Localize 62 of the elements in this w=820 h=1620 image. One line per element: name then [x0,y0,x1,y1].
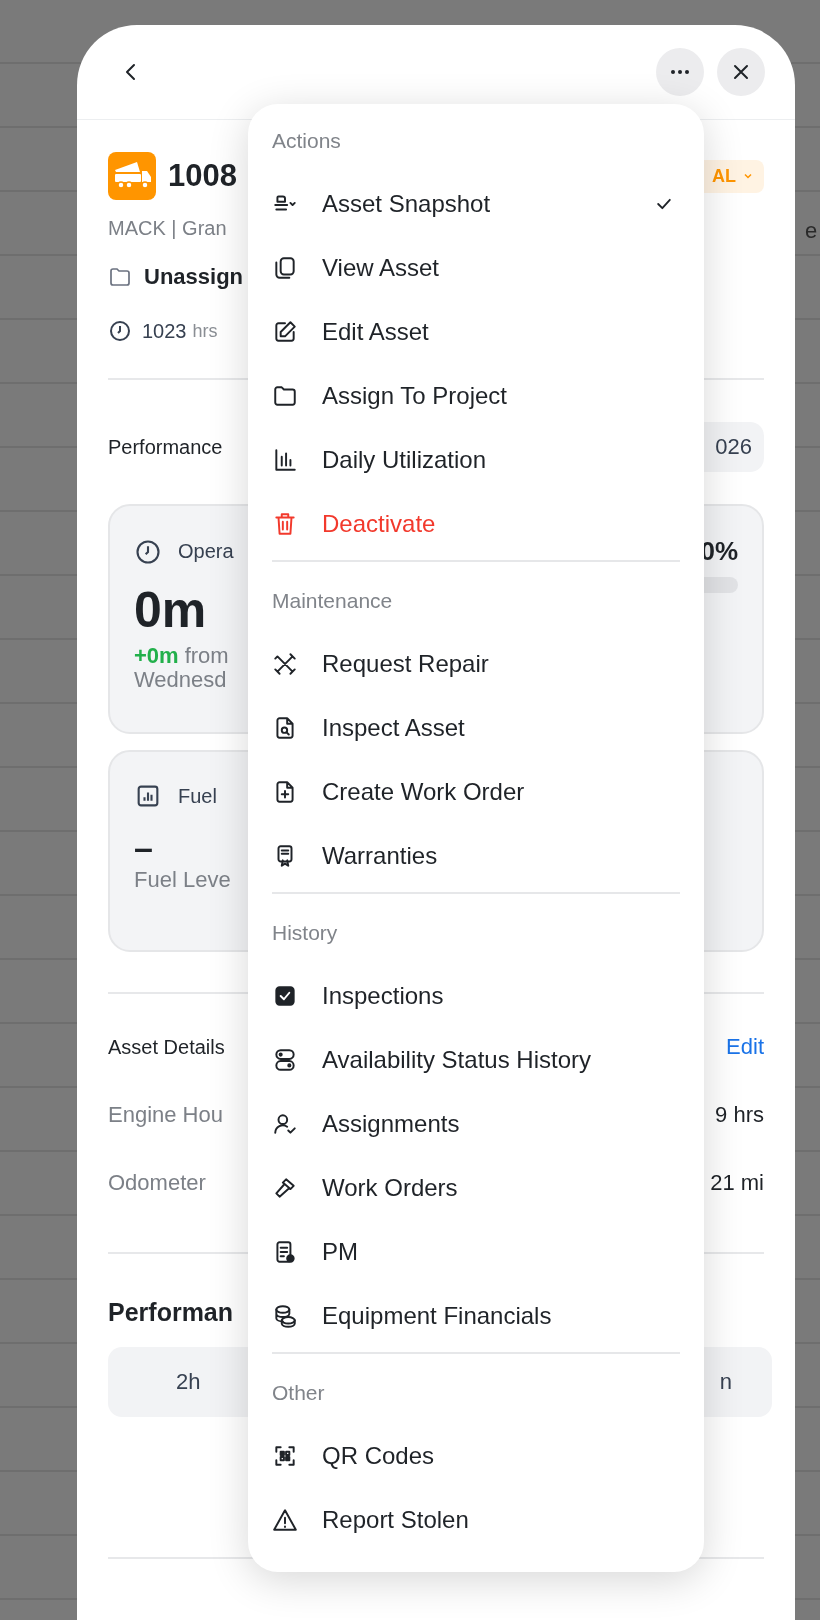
period-text: Wednesd [134,669,227,691]
menu-item-icon [272,651,298,677]
asset-number: 1008 [168,158,237,194]
menu-item[interactable]: Availability Status History [272,1028,680,1092]
menu-item[interactable]: Edit Asset [272,300,680,364]
more-icon [668,69,692,75]
project-name: Unassign [144,264,244,290]
menu-item[interactable]: Work Orders [272,1156,680,1220]
clock-icon [134,537,162,566]
menu-item-icon [272,383,298,409]
menu-item[interactable]: PM [272,1220,680,1284]
menu-item-icon [272,1507,298,1533]
clock-icon [108,319,132,343]
menu-item-icon [272,319,298,345]
section-title: Asset Details [108,1035,225,1059]
menu-item-icon [272,983,298,1009]
section-title: Performan [108,1298,234,1327]
detail-value: 9 hrs [715,1102,764,1128]
menu-section-heading: Maintenance [272,588,394,614]
menu-item-icon [272,511,298,537]
fuel-value: – [134,828,153,867]
dump-truck-icon [108,152,156,200]
menu-section-heading: History [272,920,339,946]
menu-item[interactable]: Request Repair [272,632,680,696]
menu-item[interactable]: Equipment Financials [272,1284,680,1348]
menu-item-icon [272,1443,298,1469]
performance-label: Performance [108,435,223,459]
card-label: Opera [178,540,234,563]
menu-item[interactable]: Assignments [272,1092,680,1156]
delta-text: from [184,643,229,669]
detail-value: 21 mi [710,1170,764,1196]
close-button[interactable] [717,48,765,96]
edit-link[interactable]: Edit [726,1034,764,1060]
range-option[interactable]: 2h [176,1369,201,1395]
menu-section-heading: Other [272,1380,326,1406]
menu-item-icon [272,1111,298,1137]
menu-item-icon [272,1047,298,1073]
menu-item-icon [272,447,298,473]
menu-item[interactable]: Warranties [272,824,680,888]
detail-label: Odometer [108,1170,206,1196]
folder-icon [108,265,132,289]
menu-item[interactable]: Inspect Asset [272,696,680,760]
fuel-level-label: Fuel Leve [134,867,231,893]
hours-unit: hrs [192,320,218,342]
menu-item[interactable]: Deactivate [272,492,680,556]
operating-time: 0m [134,581,207,639]
card-label: Fuel [178,784,217,808]
delta-value: +0m [134,643,179,669]
menu-item[interactable]: Create Work Order [272,760,680,824]
menu-item-icon [272,1303,298,1329]
menu-item[interactable]: View Asset [272,236,680,300]
asset-make-model: MACK | Gran [108,217,228,240]
menu-section-heading: Actions [272,128,342,154]
menu-item-icon [272,1175,298,1201]
menu-item-icon [272,255,298,281]
menu-item[interactable]: QR Codes [272,1424,680,1488]
range-option[interactable]: n [719,1369,732,1395]
detail-label: Engine Hou [108,1102,223,1128]
menu-item[interactable]: Inspections [272,964,680,1028]
menu-item[interactable]: Report Stolen [272,1488,680,1552]
hours-value: 1023 [142,319,187,343]
background-text: e [805,218,818,244]
